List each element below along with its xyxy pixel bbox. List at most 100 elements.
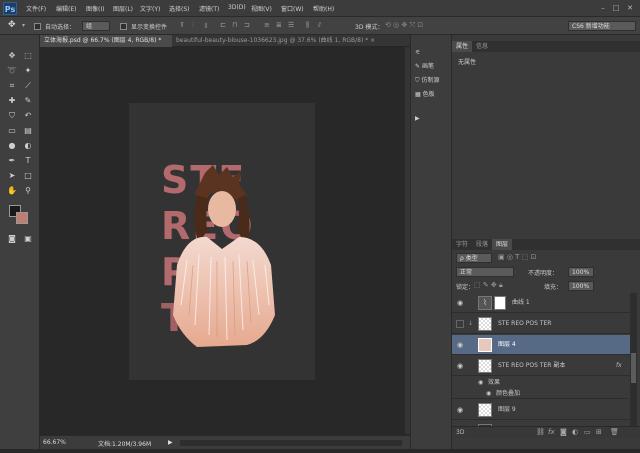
pen-tool-icon[interactable]: ✒ bbox=[6, 155, 18, 167]
eye-icon[interactable]: ◉ bbox=[478, 377, 483, 388]
actions-button[interactable]: ▶ bbox=[415, 113, 420, 124]
minimize-icon[interactable]: – bbox=[598, 3, 608, 13]
3d-label[interactable]: 3D bbox=[456, 429, 464, 436]
eye-icon[interactable]: ◉ bbox=[486, 388, 491, 399]
auto-select-dropdown[interactable]: 组 bbox=[82, 21, 110, 31]
align-left-icon[interactable]: ⊏ bbox=[220, 21, 226, 29]
menu-image[interactable]: 图像(I) bbox=[86, 4, 104, 13]
eye-icon[interactable]: ◉ bbox=[456, 299, 464, 307]
eye-icon[interactable]: ◉ bbox=[456, 341, 464, 349]
eye-off-icon[interactable] bbox=[456, 320, 464, 328]
effect-row[interactable]: ◉ 颜色叠加 bbox=[452, 388, 628, 399]
close-icon[interactable]: × bbox=[370, 37, 375, 44]
quick-mask-icon[interactable]: ◙ bbox=[6, 233, 18, 245]
tab-character[interactable]: 字符 bbox=[452, 239, 472, 250]
workspace-dropdown[interactable]: CS6 新增功能 bbox=[568, 21, 636, 31]
history-brush-icon[interactable]: ↶ bbox=[22, 110, 34, 122]
type-tool-icon[interactable]: T bbox=[22, 155, 34, 167]
menu-help[interactable]: 帮助(H) bbox=[313, 4, 334, 13]
menu-filter[interactable]: 滤镜(T) bbox=[199, 4, 219, 13]
layers-scrollbar[interactable] bbox=[630, 293, 637, 433]
adjust-panel-button[interactable]: ⚟ bbox=[415, 47, 420, 58]
maximize-icon[interactable]: □ bbox=[611, 3, 621, 13]
lock-icons[interactable]: ⬚ ✎ ✥ 🔒︎ bbox=[474, 281, 503, 290]
distribute-icon[interactable]: ⫽ bbox=[318, 21, 321, 30]
folder-icon[interactable]: ▭ bbox=[584, 428, 591, 436]
opacity-input[interactable]: 100% bbox=[568, 267, 594, 277]
eye-icon[interactable]: ◉ bbox=[456, 362, 464, 370]
3d-rotate-icon[interactable]: ⟲ ◎ ✥ ⤧ ⊡ bbox=[385, 21, 423, 30]
show-transform-checkbox[interactable] bbox=[120, 23, 127, 30]
distribute-icon[interactable]: ⫼ bbox=[306, 21, 309, 30]
horizontal-scrollbar[interactable] bbox=[180, 440, 402, 446]
tab-layers[interactable]: 图层 bbox=[492, 239, 513, 250]
fill-input[interactable]: 100% bbox=[568, 281, 594, 291]
swatches-button[interactable]: ▦ 色板 bbox=[415, 89, 435, 100]
menu-edit[interactable]: 编辑(E) bbox=[56, 4, 76, 13]
layer-filter-dropdown[interactable]: ρ 类型 bbox=[456, 253, 492, 263]
tab-info[interactable]: 信息 bbox=[472, 41, 492, 52]
layer-row[interactable]: ◉ ⌇ 曲线 1 bbox=[452, 293, 632, 313]
clone-stamp-icon[interactable]: ⛉ bbox=[6, 110, 18, 122]
menu-type[interactable]: 文字(Y) bbox=[140, 4, 160, 13]
screen-mode-icon[interactable]: ▣ bbox=[22, 233, 34, 245]
move-tool-icon[interactable]: ✥ bbox=[6, 50, 18, 62]
effects-row[interactable]: ◉ 效果 bbox=[452, 377, 628, 388]
hand-tool-icon[interactable]: ✋ bbox=[6, 185, 18, 197]
adjustment-layer-icon[interactable]: ◐ bbox=[572, 428, 578, 436]
layer-row[interactable]: ◉ STE REO POS TER 副本 fx bbox=[452, 356, 632, 376]
blend-mode-dropdown[interactable]: 正常 bbox=[456, 267, 514, 277]
menu-select[interactable]: 选择(S) bbox=[169, 4, 190, 13]
zoom-tool-icon[interactable]: ⚲ bbox=[22, 185, 34, 197]
document-canvas[interactable]: STE REO POS TER bbox=[129, 103, 315, 380]
blur-tool-icon[interactable]: ● bbox=[6, 140, 18, 152]
mask-icon[interactable]: ◙ bbox=[560, 428, 567, 436]
chevron-down-icon[interactable]: ▾ bbox=[22, 22, 25, 29]
menu-layer[interactable]: 图层(L) bbox=[113, 4, 133, 13]
tab-blouse-photo[interactable]: beautiful-beauty-blouse-1036623.jpg @ 37… bbox=[172, 35, 408, 47]
layer-row[interactable]: ◉ 图层 9 bbox=[452, 400, 632, 420]
distribute-icon[interactable]: ≣ bbox=[276, 21, 282, 29]
distribute-icon[interactable]: ☰ bbox=[288, 21, 294, 29]
scroll-thumb[interactable] bbox=[631, 353, 636, 383]
brush-panel-button[interactable]: ✎ 画笔 bbox=[415, 61, 434, 72]
clone-source-button[interactable]: ⛉ 仿制源 bbox=[415, 75, 439, 86]
gradient-tool-icon[interactable]: ▤ bbox=[22, 125, 34, 137]
menu-3d[interactable]: 3D(D) bbox=[228, 4, 246, 11]
tab-properties[interactable]: 属性 bbox=[452, 41, 473, 52]
zoom-level[interactable]: 66.67% bbox=[43, 439, 66, 446]
align-middle-icon[interactable]: ⫶ bbox=[192, 21, 194, 30]
menu-view[interactable]: 视图(V) bbox=[251, 4, 272, 13]
menu-window[interactable]: 窗口(W) bbox=[281, 4, 304, 13]
tab-paragraph[interactable]: 段落 bbox=[472, 239, 492, 250]
new-layer-icon[interactable]: ⊞ bbox=[596, 428, 602, 436]
shape-tool-icon[interactable]: □ bbox=[22, 170, 34, 182]
fx-icon[interactable]: fx bbox=[548, 428, 555, 436]
crop-tool-icon[interactable]: ⌗ bbox=[6, 80, 18, 92]
dodge-tool-icon[interactable]: ◐ bbox=[22, 140, 34, 152]
move-tool-icon[interactable]: ✥ bbox=[8, 20, 16, 30]
lasso-tool-icon[interactable]: ➰ bbox=[6, 65, 18, 77]
fx-badge[interactable]: fx bbox=[616, 356, 622, 376]
layer-row[interactable]: ↓ STE REO POS TER bbox=[452, 314, 632, 334]
eye-icon[interactable]: ◉ bbox=[456, 406, 464, 414]
align-bottom-icon[interactable]: ⫫ bbox=[204, 21, 208, 30]
auto-select-checkbox[interactable] bbox=[34, 23, 41, 30]
magic-wand-icon[interactable]: ✦ bbox=[22, 65, 34, 77]
status-menu-arrow[interactable]: ▶ bbox=[168, 439, 173, 446]
menu-file[interactable]: 文件(F) bbox=[26, 4, 46, 13]
healing-brush-icon[interactable]: ✚ bbox=[6, 95, 18, 107]
align-top-icon[interactable]: ⫪ bbox=[180, 21, 184, 30]
filter-icons[interactable]: ▣ ◎ T ⬚ ⊡ bbox=[498, 253, 536, 261]
link-layers-icon[interactable]: ⛓ bbox=[536, 428, 545, 436]
tab-stereo-poster[interactable]: 立体海报.psd @ 66.7% (图层 4, RGB/8) * × bbox=[40, 35, 172, 56]
trash-icon[interactable]: 🗑︎ bbox=[610, 428, 619, 436]
marquee-tool-icon[interactable]: ⬚ bbox=[22, 50, 34, 62]
eyedropper-icon[interactable]: ⟋ bbox=[22, 80, 34, 92]
close-icon[interactable]: ✕ bbox=[625, 3, 635, 13]
path-select-icon[interactable]: ➤ bbox=[6, 170, 18, 182]
background-color-swatch[interactable] bbox=[16, 212, 28, 224]
layer-row-selected[interactable]: ◉ 图层 4 bbox=[452, 335, 632, 355]
distribute-icon[interactable]: ≡ bbox=[264, 21, 270, 29]
eraser-tool-icon[interactable]: ▭ bbox=[6, 125, 18, 137]
